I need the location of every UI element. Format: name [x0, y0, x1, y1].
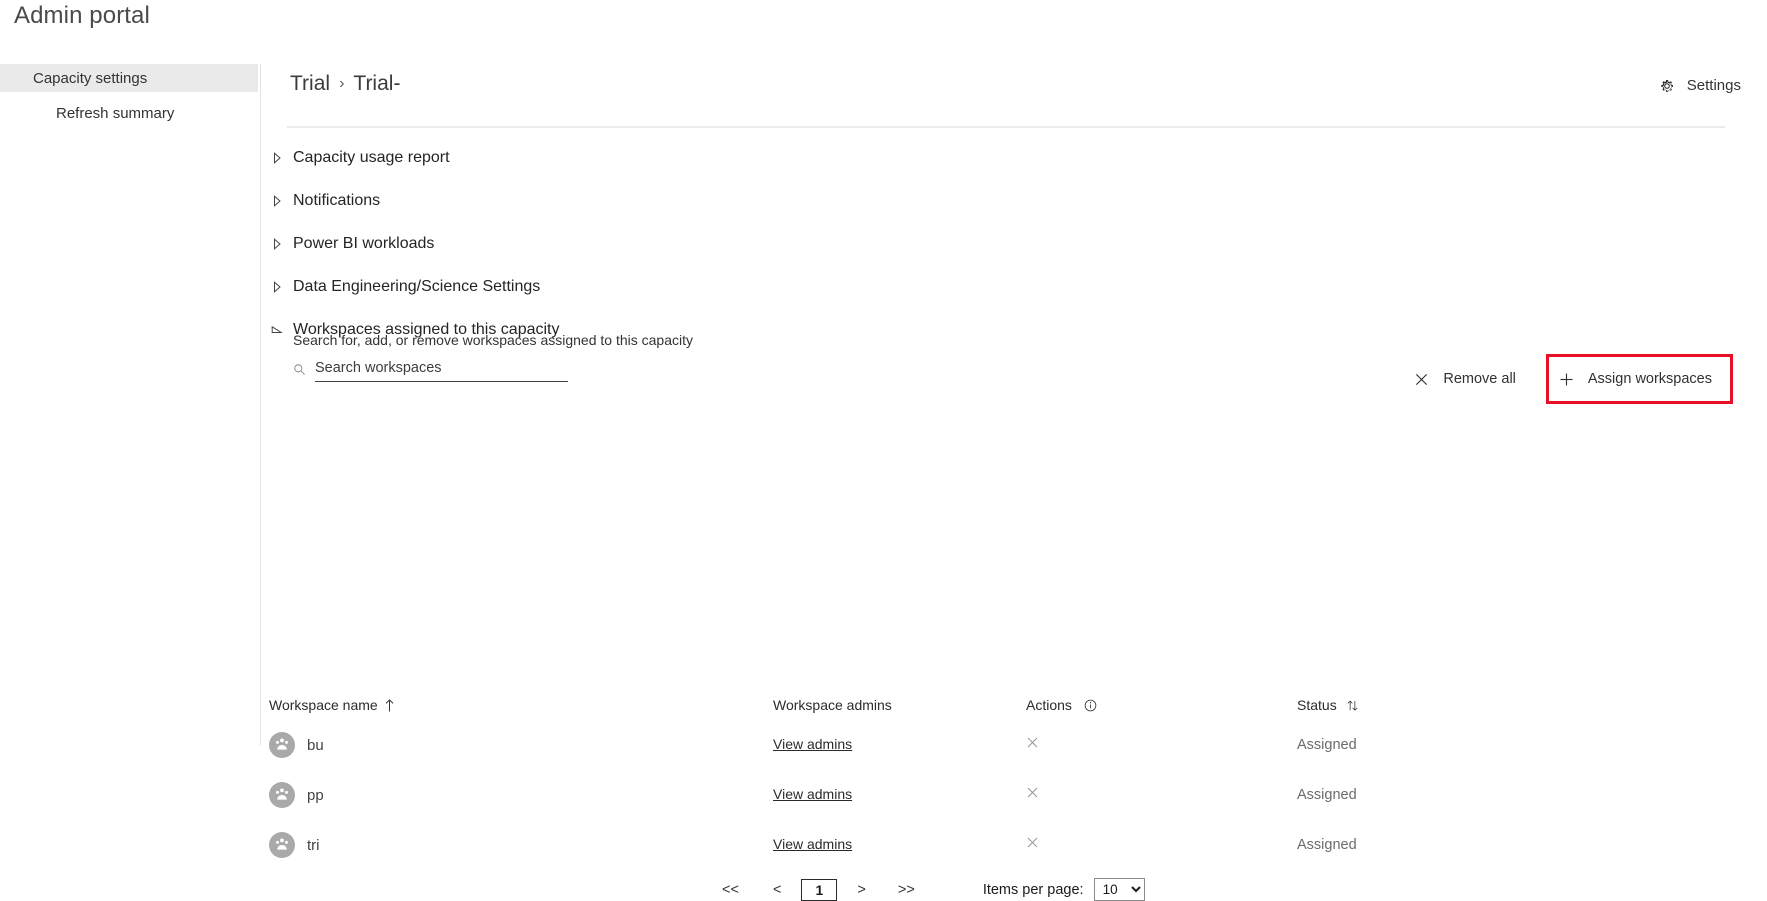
table-row[interactable]: pp View admins Assigned — [261, 770, 1767, 820]
group-glyph — [276, 788, 288, 800]
workspace-name: pp — [307, 786, 324, 804]
status-badge: Assigned — [1297, 787, 1357, 803]
workspace-name: tri — [307, 836, 320, 854]
breadcrumb-separator-icon: › — [339, 75, 345, 92]
info-circle-icon[interactable] — [1084, 699, 1097, 712]
status-cell: Assigned — [1297, 736, 1357, 754]
sidebar-item-capacity-settings[interactable]: Capacity settings — [0, 64, 258, 92]
status-badge: Assigned — [1297, 737, 1357, 753]
chevron-right-icon — [274, 280, 281, 293]
chevron-down-icon — [271, 325, 283, 333]
chevron-right-icon — [274, 151, 281, 164]
assign-workspaces-button[interactable]: Assign workspaces — [1545, 354, 1733, 404]
view-admins-link[interactable]: View admins — [773, 736, 852, 752]
gear-icon — [1661, 79, 1673, 92]
remove-all-button[interactable]: Remove all — [1410, 364, 1520, 394]
sidebar-item-label: Refresh summary — [56, 104, 175, 122]
section-notifications[interactable]: Notifications — [261, 187, 380, 214]
section-label: Power BI workloads — [293, 234, 435, 252]
section-capacity-usage-report[interactable]: Capacity usage report — [261, 144, 450, 171]
settings-sections: Capacity usage report Notifications Powe… — [261, 144, 1767, 359]
column-label: Status — [1297, 697, 1337, 713]
pagination-last-button[interactable]: >> — [892, 880, 921, 900]
table-row[interactable]: bu View admins Assigned — [261, 720, 1767, 770]
remove-x-icon[interactable] — [1026, 736, 1039, 749]
section-label: Data Engineering/Science Settings — [293, 277, 541, 295]
search-input[interactable] — [315, 360, 568, 382]
table-row[interactable]: tri View admins Assigned — [261, 820, 1767, 870]
plus-icon — [1560, 373, 1573, 385]
workspaces-table: Workspace name Workspace admins Actions — [261, 690, 1767, 870]
workspaces-description: Search for, add, or remove workspaces as… — [293, 332, 693, 348]
group-glyph — [276, 738, 288, 750]
sidebar-item-refresh-summary[interactable]: Refresh summary — [0, 99, 260, 127]
status-cell: Assigned — [1297, 786, 1357, 804]
view-admins-cell: View admins — [773, 736, 852, 754]
pagination-prev-button[interactable]: < — [767, 880, 787, 900]
group-glyph — [276, 838, 288, 850]
column-header-actions: Actions — [1026, 697, 1097, 713]
settings-label: Settings — [1686, 77, 1741, 94]
sidebar: Capacity settings Refresh summary — [0, 64, 261, 746]
view-admins-link[interactable]: View admins — [773, 836, 852, 852]
sort-updown-icon — [1347, 700, 1357, 711]
status-badge: Assigned — [1297, 837, 1357, 853]
column-header-workspace-admins: Workspace admins — [773, 697, 892, 713]
search-icon — [294, 364, 305, 375]
view-admins-cell: View admins — [773, 786, 852, 804]
items-per-page-select[interactable]: 102050100 — [1093, 878, 1145, 901]
chevron-right-icon — [274, 237, 281, 250]
settings-button[interactable]: Settings — [1659, 77, 1741, 94]
page-title: Admin portal — [14, 2, 150, 29]
breadcrumb: Trial › Trial- — [290, 72, 400, 96]
section-power-bi-workloads[interactable]: Power BI workloads — [261, 230, 434, 257]
column-header-status[interactable]: Status — [1297, 697, 1358, 713]
workspace-name: bu — [307, 736, 324, 754]
pagination-first-button[interactable]: << — [716, 880, 745, 900]
breadcrumb-item-trial[interactable]: Trial — [290, 72, 330, 96]
remove-x-icon[interactable] — [1026, 836, 1039, 849]
column-label: Actions — [1026, 697, 1072, 713]
actions-cell — [1026, 836, 1039, 854]
sort-asc-icon — [385, 698, 394, 711]
workspace-name-cell: pp — [269, 782, 324, 808]
main-content: Trial › Trial- Settings Capacity usage r… — [261, 64, 1767, 901]
table-header-row: Workspace name Workspace admins Actions — [261, 690, 1767, 720]
remove-all-label: Remove all — [1443, 371, 1516, 387]
section-label: Notifications — [293, 191, 381, 209]
pagination: << < 1 > >> Items per page: 102050100 — [716, 878, 1145, 901]
header-divider — [287, 126, 1725, 128]
group-icon — [269, 732, 295, 758]
actions-cell — [1026, 786, 1039, 804]
chevron-right-icon — [274, 194, 281, 207]
assign-workspaces-label: Assign workspaces — [1587, 371, 1712, 387]
workspace-name-cell: bu — [269, 732, 324, 758]
close-x-icon — [1416, 373, 1428, 385]
view-admins-link[interactable]: View admins — [773, 786, 852, 802]
workspaces-command-bar: Remove all Assign workspaces — [1410, 354, 1733, 404]
search-workspaces-container — [293, 360, 568, 382]
column-label: Workspace name — [269, 697, 378, 713]
workspace-name-cell: tri — [269, 832, 320, 858]
breadcrumb-item-current: Trial- — [353, 72, 401, 95]
column-label: Workspace admins — [773, 697, 892, 713]
pagination-current-page[interactable]: 1 — [801, 878, 838, 901]
column-header-workspace-name[interactable]: Workspace name — [269, 697, 395, 713]
sidebar-item-label: Capacity settings — [33, 69, 148, 87]
items-per-page-label: Items per page: — [982, 881, 1084, 898]
view-admins-cell: View admins — [773, 836, 852, 854]
actions-cell — [1026, 736, 1039, 754]
status-cell: Assigned — [1297, 836, 1357, 854]
section-data-engineering-science-settings[interactable]: Data Engineering/Science Settings — [261, 273, 540, 300]
remove-x-icon[interactable] — [1026, 786, 1039, 799]
section-label: Capacity usage report — [293, 148, 450, 166]
pagination-next-button[interactable]: > — [851, 880, 871, 900]
group-icon — [269, 782, 295, 808]
group-icon — [269, 832, 295, 858]
